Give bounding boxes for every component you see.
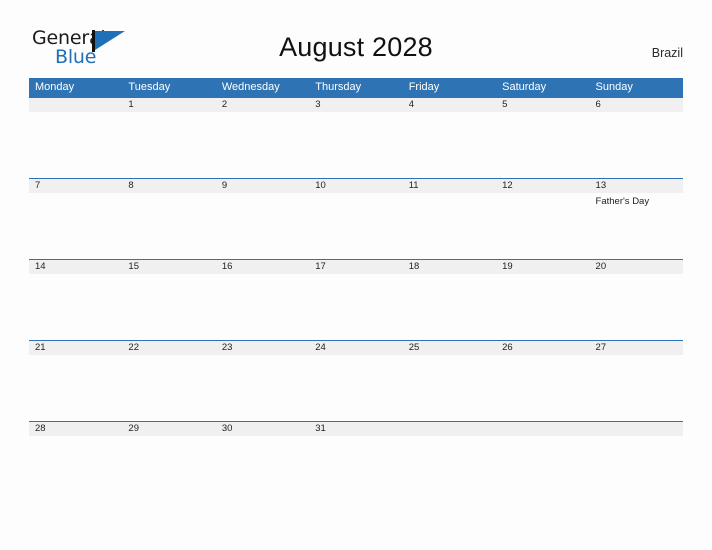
date-number[interactable] bbox=[29, 98, 122, 112]
day-cell[interactable] bbox=[122, 112, 215, 178]
day-cell[interactable] bbox=[29, 274, 122, 340]
date-number[interactable]: 8 bbox=[122, 179, 215, 193]
date-number[interactable]: 23 bbox=[216, 341, 309, 355]
day-cell[interactable] bbox=[309, 355, 402, 421]
dow-monday: Monday bbox=[35, 81, 75, 93]
dow-thursday: Thursday bbox=[315, 81, 362, 93]
date-number[interactable]: 29 bbox=[122, 422, 215, 436]
calendar-week-row: 14 15 16 17 18 19 20 bbox=[29, 259, 683, 340]
date-number[interactable]: 6 bbox=[590, 98, 683, 112]
day-cell[interactable] bbox=[29, 112, 122, 178]
date-number[interactable]: 17 bbox=[309, 260, 402, 274]
day-cell[interactable] bbox=[309, 274, 402, 340]
day-cell[interactable] bbox=[216, 436, 309, 502]
page-header: General Blue August 2028 Brazil bbox=[0, 0, 712, 76]
day-cell[interactable] bbox=[403, 355, 496, 421]
day-cell[interactable] bbox=[403, 112, 496, 178]
day-cell[interactable] bbox=[122, 193, 215, 259]
day-cell[interactable] bbox=[216, 274, 309, 340]
day-cell[interactable] bbox=[496, 112, 589, 178]
week-event-body bbox=[29, 436, 683, 502]
day-cell[interactable] bbox=[496, 436, 589, 502]
day-cell[interactable] bbox=[29, 193, 122, 259]
calendar-grid: Monday Tuesday Wednesday Thursday Friday… bbox=[29, 78, 683, 502]
day-cell[interactable] bbox=[122, 436, 215, 502]
date-number[interactable]: 22 bbox=[122, 341, 215, 355]
day-cell[interactable] bbox=[403, 193, 496, 259]
calendar-page: General Blue August 2028 Brazil Monday T… bbox=[0, 0, 712, 550]
date-number[interactable]: 31 bbox=[309, 422, 402, 436]
day-cell[interactable] bbox=[403, 436, 496, 502]
date-number[interactable]: 2 bbox=[216, 98, 309, 112]
day-cell[interactable] bbox=[309, 193, 402, 259]
calendar-week-row: 28 29 30 31 bbox=[29, 421, 683, 502]
day-of-week-header: Monday Tuesday Wednesday Thursday Friday… bbox=[29, 78, 683, 97]
day-cell[interactable] bbox=[216, 193, 309, 259]
day-cell[interactable] bbox=[590, 112, 683, 178]
day-cell[interactable] bbox=[590, 355, 683, 421]
week-event-body bbox=[29, 274, 683, 340]
week-date-banner: 1 2 3 4 5 6 bbox=[29, 97, 683, 112]
date-number[interactable]: 21 bbox=[29, 341, 122, 355]
dow-wednesday: Wednesday bbox=[221, 81, 280, 93]
week-date-banner: 21 22 23 24 25 26 27 bbox=[29, 340, 683, 355]
date-number[interactable]: 30 bbox=[216, 422, 309, 436]
date-number[interactable]: 9 bbox=[216, 179, 309, 193]
date-number[interactable]: 7 bbox=[29, 179, 122, 193]
day-cell[interactable]: Father's Day bbox=[590, 193, 683, 259]
week-date-banner: 14 15 16 17 18 19 20 bbox=[29, 259, 683, 274]
week-date-banner: 7 8 9 10 11 12 13 bbox=[29, 178, 683, 193]
event-label: Father's Day bbox=[595, 196, 650, 207]
day-cell[interactable] bbox=[309, 112, 402, 178]
date-number[interactable]: 28 bbox=[29, 422, 122, 436]
date-number[interactable]: 14 bbox=[29, 260, 122, 274]
date-number[interactable]: 12 bbox=[496, 179, 589, 193]
date-number[interactable]: 27 bbox=[590, 341, 683, 355]
day-cell[interactable] bbox=[216, 355, 309, 421]
day-cell[interactable] bbox=[590, 436, 683, 502]
date-number[interactable]: 24 bbox=[309, 341, 402, 355]
day-cell[interactable] bbox=[496, 193, 589, 259]
date-number[interactable]: 18 bbox=[403, 260, 496, 274]
date-number[interactable]: 10 bbox=[309, 179, 402, 193]
page-title: August 2028 bbox=[279, 32, 433, 62]
date-number[interactable]: 11 bbox=[403, 179, 496, 193]
day-cell[interactable] bbox=[122, 355, 215, 421]
week-date-banner: 28 29 30 31 bbox=[29, 421, 683, 436]
day-cell[interactable] bbox=[496, 355, 589, 421]
date-number[interactable]: 3 bbox=[309, 98, 402, 112]
day-cell[interactable] bbox=[590, 274, 683, 340]
date-number[interactable]: 13 bbox=[590, 179, 683, 193]
week-event-body: Father's Day bbox=[29, 193, 683, 259]
day-cell[interactable] bbox=[496, 274, 589, 340]
date-number[interactable] bbox=[403, 422, 496, 436]
day-cell[interactable] bbox=[216, 112, 309, 178]
dow-saturday: Saturday bbox=[502, 81, 547, 93]
day-cell[interactable] bbox=[29, 355, 122, 421]
dow-friday: Friday bbox=[408, 81, 440, 93]
day-cell[interactable] bbox=[309, 436, 402, 502]
dow-tuesday: Tuesday bbox=[128, 81, 171, 93]
date-number[interactable]: 26 bbox=[496, 341, 589, 355]
week-event-body bbox=[29, 355, 683, 421]
date-number[interactable] bbox=[496, 422, 589, 436]
date-number[interactable] bbox=[590, 422, 683, 436]
calendar-week-row: 21 22 23 24 25 26 27 bbox=[29, 340, 683, 421]
dow-sunday: Sunday bbox=[595, 81, 633, 93]
date-number[interactable]: 4 bbox=[403, 98, 496, 112]
date-number[interactable]: 20 bbox=[590, 260, 683, 274]
day-cell[interactable] bbox=[29, 436, 122, 502]
week-event-body bbox=[29, 112, 683, 178]
calendar-week-row: 1 2 3 4 5 6 bbox=[29, 97, 683, 178]
day-cell[interactable] bbox=[403, 274, 496, 340]
calendar-week-row: 7 8 9 10 11 12 13 Father's Day bbox=[29, 178, 683, 259]
date-number[interactable]: 5 bbox=[496, 98, 589, 112]
date-number[interactable]: 25 bbox=[403, 341, 496, 355]
date-number[interactable]: 19 bbox=[496, 260, 589, 274]
day-cell[interactable] bbox=[122, 274, 215, 340]
date-number[interactable]: 16 bbox=[216, 260, 309, 274]
region-label: Brazil bbox=[651, 46, 683, 60]
date-number[interactable]: 15 bbox=[122, 260, 215, 274]
date-number[interactable]: 1 bbox=[122, 98, 215, 112]
